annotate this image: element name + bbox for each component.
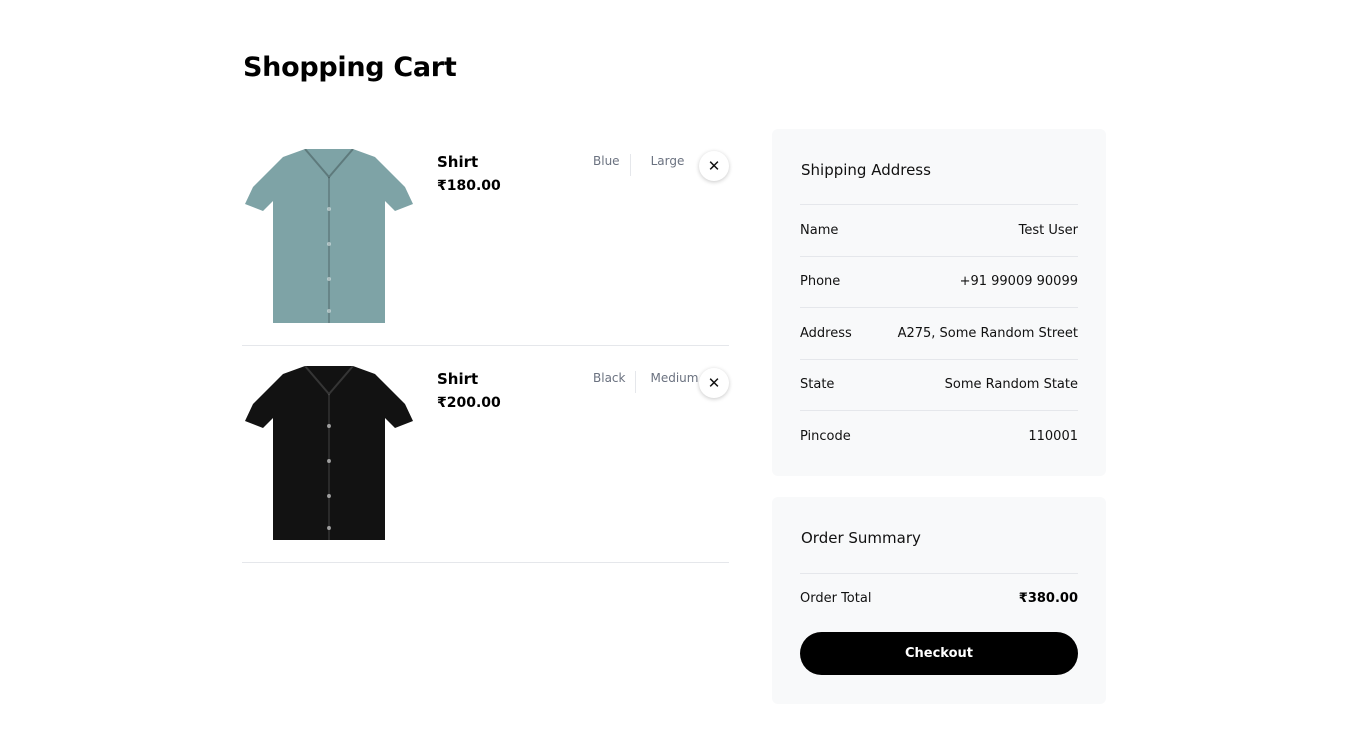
shipping-details: Name Test User Phone +91 99009 90099 Add…: [800, 204, 1078, 462]
close-icon: ✕: [707, 158, 721, 175]
page-title: Shopping Cart: [243, 52, 457, 83]
cart-item: Shirt ₹200.00 Black Medium ✕: [242, 346, 729, 563]
product-image[interactable]: [245, 149, 413, 323]
shirt-graphic: [245, 366, 413, 540]
product-size: Medium: [650, 371, 699, 385]
product-variant: Blue Large: [593, 154, 684, 176]
field-label: Pincode: [800, 428, 851, 444]
product-size: Large: [650, 154, 685, 168]
field-value: A275, Some Random Street: [897, 325, 1078, 341]
product-price: ₹180.00: [437, 178, 501, 194]
field-label: Name: [800, 222, 839, 238]
shipping-row-name: Name Test User: [800, 204, 1078, 256]
product-price: ₹200.00: [437, 395, 501, 411]
shipping-row-address: Address A275, Some Random Street: [800, 307, 1078, 359]
remove-item-button[interactable]: ✕: [699, 151, 729, 181]
close-icon: ✕: [707, 375, 721, 392]
product-name[interactable]: Shirt: [437, 370, 478, 388]
field-value: +91 99009 90099: [959, 274, 1078, 290]
cart-list: Shirt ₹180.00 Blue Large ✕ Shirt ₹200.00: [242, 129, 729, 563]
field-value: Some Random State: [944, 377, 1078, 393]
order-total-label: Order Total: [800, 591, 872, 606]
order-summary-panel: Order Summary Order Total ₹380.00 Checko…: [772, 497, 1106, 704]
field-value: 110001: [1028, 428, 1078, 444]
order-total-row: Order Total ₹380.00: [800, 573, 1078, 623]
product-color: Black: [593, 371, 626, 385]
product-name[interactable]: Shirt: [437, 153, 478, 171]
product-color: Blue: [593, 154, 620, 168]
cart-item: Shirt ₹180.00 Blue Large ✕: [242, 129, 729, 346]
shipping-row-phone: Phone +91 99009 90099: [800, 255, 1078, 308]
field-value: Test User: [1018, 222, 1078, 238]
field-label: Phone: [800, 274, 841, 290]
field-label: Address: [800, 325, 852, 341]
checkout-button[interactable]: Checkout: [800, 632, 1078, 675]
order-total-value: ₹380.00: [1018, 591, 1078, 606]
shirt-graphic: [245, 149, 413, 323]
product-variant: Black Medium: [593, 371, 698, 393]
shipping-row-state: State Some Random State: [800, 358, 1078, 411]
order-summary-title: Order Summary: [801, 529, 921, 547]
product-image[interactable]: [245, 366, 413, 540]
field-label: State: [800, 377, 835, 393]
remove-item-button[interactable]: ✕: [699, 368, 729, 398]
shipping-address-panel: Shipping Address Name Test User Phone +9…: [772, 129, 1106, 476]
shipping-row-pincode: Pincode 110001: [800, 410, 1078, 462]
shipping-address-title: Shipping Address: [801, 161, 931, 179]
